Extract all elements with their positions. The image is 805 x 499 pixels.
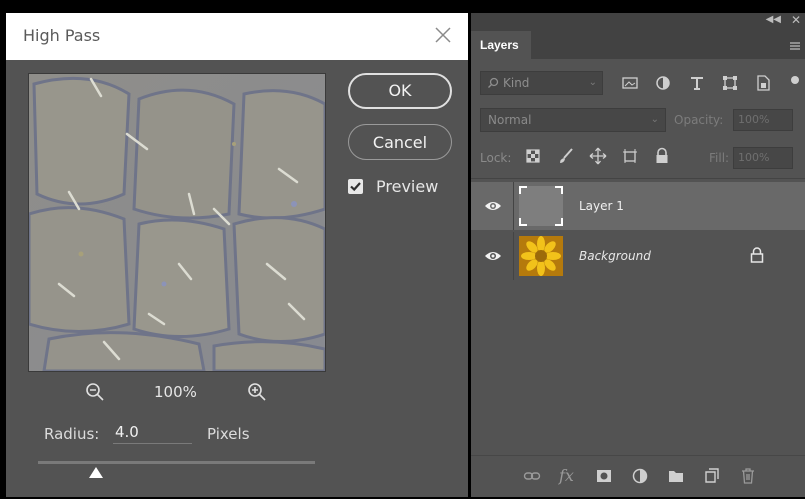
layers-panel: ◀◀ ✕ Layers Kind ⌄ Normal ⌄ Opacity: 100… xyxy=(471,13,805,497)
eye-icon[interactable] xyxy=(484,248,502,264)
search-icon xyxy=(488,77,499,88)
checkmark-icon xyxy=(350,182,361,192)
lock-artboard-icon[interactable] xyxy=(621,147,639,165)
radius-slider-track[interactable] xyxy=(38,461,315,464)
collapse-icon[interactable]: ◀◀ xyxy=(766,14,781,25)
divider xyxy=(513,182,514,230)
opacity-label: Opacity: xyxy=(674,113,724,127)
layer-name[interactable]: Background xyxy=(579,249,651,263)
fill-field[interactable]: 100% xyxy=(733,147,793,169)
lock-all-icon[interactable] xyxy=(653,147,671,165)
layer-thumbnail xyxy=(519,186,563,226)
layer-row-background[interactable]: Background xyxy=(471,232,805,280)
layers-footer: fx xyxy=(471,455,805,497)
layer-name[interactable]: Layer 1 xyxy=(579,199,624,213)
zoom-level: 100% xyxy=(154,383,197,401)
layer-thumbnail xyxy=(519,236,563,276)
dialog-title: High Pass xyxy=(23,26,101,45)
eye-icon[interactable] xyxy=(484,198,502,214)
tab-layers[interactable]: Layers xyxy=(471,31,531,59)
opacity-field[interactable]: 100% xyxy=(733,109,793,131)
blend-mode-value: Normal xyxy=(488,113,532,127)
panel-tabbar: Layers xyxy=(471,31,805,59)
panel-menu-icon[interactable] xyxy=(789,37,801,50)
fill-label: Fill: xyxy=(709,151,730,165)
folder-icon[interactable] xyxy=(667,467,685,485)
radius-input[interactable] xyxy=(113,421,192,444)
layer-filter-select[interactable]: Kind ⌄ xyxy=(480,71,603,95)
preview-label[interactable]: Preview xyxy=(376,177,438,196)
divider xyxy=(513,232,514,280)
zoom-in-icon[interactable] xyxy=(246,381,268,403)
divider xyxy=(471,178,805,179)
filter-preview-image[interactable] xyxy=(28,73,326,372)
panel-close-icon[interactable]: ✕ xyxy=(791,13,801,27)
trash-icon[interactable] xyxy=(739,467,757,485)
radius-unit: Pixels xyxy=(207,425,250,443)
mask-icon[interactable] xyxy=(595,467,613,485)
cancel-button[interactable]: Cancel xyxy=(348,124,452,160)
ok-button[interactable]: OK xyxy=(348,73,452,109)
radius-label: Radius: xyxy=(44,425,100,443)
filter-label: Kind xyxy=(503,76,530,90)
chevron-down-icon: ⌄ xyxy=(650,114,659,125)
fx-icon[interactable]: fx xyxy=(559,467,577,485)
new-layer-icon[interactable] xyxy=(703,467,721,485)
close-icon[interactable] xyxy=(430,22,456,48)
type-filter-icon[interactable] xyxy=(688,74,706,92)
link-icon[interactable] xyxy=(523,467,541,485)
preview-checkbox[interactable] xyxy=(348,179,363,194)
lock-image-pixels-icon[interactable] xyxy=(557,147,575,165)
radius-slider-thumb[interactable] xyxy=(89,467,104,478)
chevron-down-icon: ⌄ xyxy=(588,77,597,88)
smart-object-filter-icon[interactable] xyxy=(754,74,772,92)
panel-topbar: ◀◀ ✕ xyxy=(471,13,805,31)
layer-row-layer-1[interactable]: Layer 1 xyxy=(471,182,805,230)
shape-filter-icon[interactable] xyxy=(721,74,739,92)
lock-icon[interactable] xyxy=(750,247,764,263)
lock-transparent-pixels-icon[interactable] xyxy=(524,147,542,165)
dialog-titlebar[interactable]: High Pass xyxy=(6,13,468,60)
high-pass-dialog: High Pass 100% Radius: 4.0 Pixels OK Can… xyxy=(6,13,468,497)
lock-label: Lock: xyxy=(480,151,512,165)
lock-position-icon[interactable] xyxy=(589,147,607,165)
pixel-filter-icon[interactable] xyxy=(621,74,639,92)
adjustment-icon[interactable] xyxy=(631,467,649,485)
zoom-out-icon[interactable] xyxy=(84,381,106,403)
blend-mode-select[interactable]: Normal ⌄ xyxy=(480,108,666,132)
adjustment-filter-icon[interactable] xyxy=(654,74,672,92)
filter-toggle-icon[interactable] xyxy=(789,74,799,92)
